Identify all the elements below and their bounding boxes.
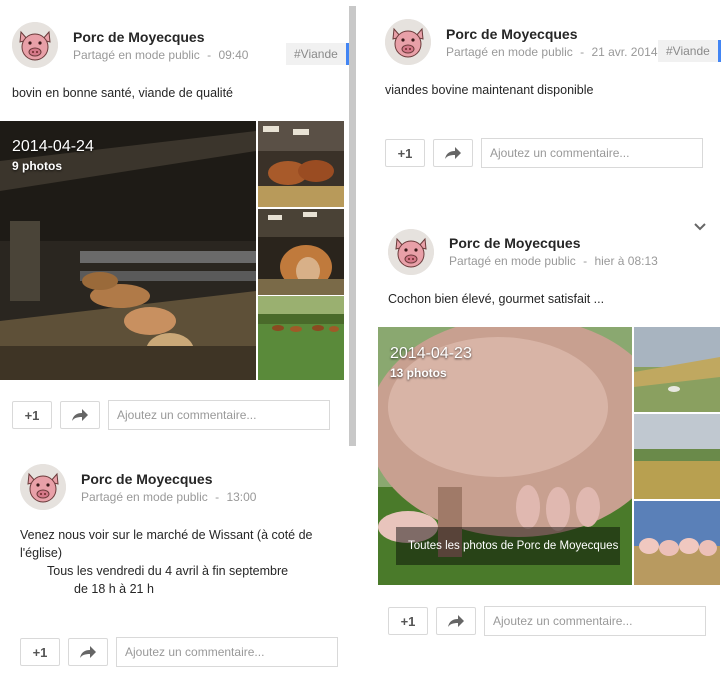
post-text-line-3: Tous les vendredi du 4 avril à fin septe…: [47, 564, 289, 578]
comment-input[interactable]: Ajoutez un commentaire...: [116, 637, 338, 667]
share-button[interactable]: [436, 607, 476, 635]
album-thumb-3[interactable]: [634, 501, 720, 585]
piglets-photo: [634, 501, 720, 585]
post-text: Cochon bien élevé, gourmet satisfait ...: [388, 292, 605, 306]
share-arrow-icon: [448, 615, 464, 627]
post-author[interactable]: Porc de Moyecques: [73, 29, 205, 45]
post-1: Porc de Moyecques Partagé en mode public…: [0, 0, 350, 440]
share-arrow-icon: [445, 147, 461, 159]
share-button[interactable]: [433, 139, 473, 167]
meta-separator: -: [207, 48, 212, 62]
pig-face-icon: [20, 464, 66, 510]
plus-one-button[interactable]: +1: [385, 139, 425, 167]
post-tag[interactable]: #Viande: [658, 40, 721, 62]
share-button[interactable]: [60, 401, 100, 429]
post-visibility: Partagé en mode public: [73, 48, 200, 62]
post-time[interactable]: hier à 08:13: [594, 254, 657, 268]
share-arrow-icon: [72, 409, 88, 421]
post-visibility: Partagé en mode public: [449, 254, 576, 268]
post-3: Porc de Moyecques Partagé en mode public…: [370, 0, 726, 200]
plus-one-button[interactable]: +1: [388, 607, 428, 635]
post-time[interactable]: 21 avr. 2014: [591, 45, 657, 59]
album-thumb-3[interactable]: [258, 296, 344, 380]
post-2: Porc de Moyecques Partagé en mode public…: [0, 450, 350, 676]
pig-face-icon: [385, 19, 431, 65]
post-time[interactable]: 13:00: [226, 490, 256, 504]
comment-input[interactable]: Ajoutez un commentaire...: [108, 400, 330, 430]
post-text: viandes bovine maintenant disponible: [385, 83, 594, 97]
album-date: 2014-04-23: [390, 345, 472, 362]
pasture-photo: [258, 296, 344, 380]
album-count: 9 photos: [12, 159, 62, 173]
album-date: 2014-04-24: [12, 138, 94, 155]
album-thumb-1[interactable]: [634, 327, 720, 412]
plus-one-button[interactable]: +1: [20, 638, 60, 666]
pig-avatar-icon[interactable]: [385, 19, 431, 65]
all-photos-link[interactable]: Toutes les photos de Porc de Moyecques: [396, 527, 620, 565]
pig-face-icon: [388, 229, 434, 275]
post-text-line-1: Venez nous voir sur le marché de Wissant…: [20, 528, 313, 542]
post-visibility: Partagé en mode public: [81, 490, 208, 504]
field-sky-photo: [634, 414, 720, 499]
pig-face-icon: [12, 22, 58, 68]
photo-album[interactable]: 2014-04-23 13 photos Toutes les photos d…: [378, 327, 720, 585]
album-thumb-2[interactable]: [634, 414, 720, 499]
cow-portrait-photo: [258, 209, 344, 295]
post-meta: Partagé en mode public - 13:00: [81, 490, 256, 504]
photo-album[interactable]: 2014-04-24 9 photos: [0, 121, 344, 380]
post-meta: Partagé en mode public - hier à 08:13: [449, 254, 658, 268]
scrollbar[interactable]: [349, 6, 356, 446]
meta-separator: -: [583, 254, 588, 268]
album-thumb-1[interactable]: [258, 121, 344, 207]
post-text: bovin en bonne santé, viande de qualité: [12, 86, 234, 100]
pig-avatar-icon[interactable]: [388, 229, 434, 275]
share-arrow-icon: [80, 646, 96, 658]
album-thumb-2[interactable]: [258, 209, 344, 295]
share-button[interactable]: [68, 638, 108, 666]
post-author[interactable]: Porc de Moyecques: [449, 235, 581, 251]
meta-separator: -: [215, 490, 220, 504]
post-text-line-4: de 18 h à 21 h: [74, 582, 154, 596]
meta-separator: -: [580, 45, 585, 59]
post-4: Porc de Moyecques Partagé en mode public…: [370, 210, 726, 676]
post-time[interactable]: 09:40: [218, 48, 248, 62]
pig-avatar-icon[interactable]: [12, 22, 58, 68]
post-author[interactable]: Porc de Moyecques: [81, 471, 213, 487]
comment-input[interactable]: Ajoutez un commentaire...: [481, 138, 703, 168]
post-tag[interactable]: #Viande: [286, 43, 349, 65]
album-main-photo[interactable]: 2014-04-23 13 photos Toutes les photos d…: [378, 327, 632, 585]
post-meta: Partagé en mode public - 21 avr. 2014: [446, 45, 658, 59]
plus-one-button[interactable]: +1: [12, 401, 52, 429]
post-author[interactable]: Porc de Moyecques: [446, 26, 578, 42]
cattle-barn-photo: [258, 121, 344, 207]
post-text-line-2: l'église): [20, 546, 62, 560]
field-hills-photo: [634, 327, 720, 412]
comment-input[interactable]: Ajoutez un commentaire...: [484, 606, 706, 636]
album-main-photo[interactable]: 2014-04-24 9 photos: [0, 121, 256, 380]
album-count: 13 photos: [390, 366, 447, 380]
post-meta: Partagé en mode public - 09:40: [73, 48, 248, 62]
pig-avatar-icon[interactable]: [20, 464, 66, 510]
post-visibility: Partagé en mode public: [446, 45, 573, 59]
